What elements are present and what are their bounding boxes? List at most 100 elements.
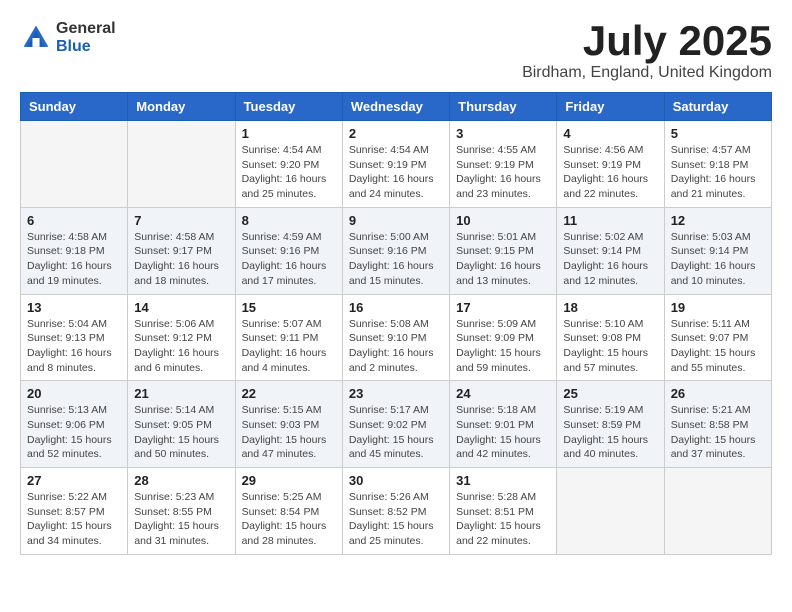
- calendar-cell: 27Sunrise: 5:22 AMSunset: 8:57 PMDayligh…: [21, 468, 128, 555]
- day-number: 5: [671, 126, 765, 141]
- day-info: Sunrise: 5:13 AMSunset: 9:06 PMDaylight:…: [27, 403, 121, 462]
- day-number: 11: [563, 213, 657, 228]
- day-info: Sunrise: 5:14 AMSunset: 9:05 PMDaylight:…: [134, 403, 228, 462]
- day-number: 9: [349, 213, 443, 228]
- day-number: 28: [134, 473, 228, 488]
- day-number: 20: [27, 386, 121, 401]
- day-number: 7: [134, 213, 228, 228]
- day-number: 31: [456, 473, 550, 488]
- calendar-cell: 23 Sunrise: 5:17 AMSunset: 9:02 PMDayligh…: [342, 381, 449, 468]
- day-info: Sunrise: 4:54 AMSunset: 9:19 PMDaylight:…: [349, 143, 443, 202]
- day-number: 13: [27, 300, 121, 315]
- calendar-cell: 4 Sunrise: 4:56 AMSunset: 9:19 PMDaylight…: [557, 121, 664, 208]
- day-number: 14: [134, 300, 228, 315]
- calendar-cell: 7 Sunrise: 4:58 AMSunset: 9:17 PMDaylight…: [128, 207, 235, 294]
- day-info: Sunrise: 5:23 AMSunset: 8:55 PMDaylight:…: [134, 490, 228, 549]
- calendar-cell: 26 Sunrise: 5:21 AMSunset: 8:58 PMDayligh…: [664, 381, 771, 468]
- column-header-tuesday: Tuesday: [235, 93, 342, 121]
- day-info: Sunrise: 4:58 AMSunset: 9:17 PMDaylight:…: [134, 230, 228, 289]
- day-info: Sunrise: 5:07 AMSunset: 9:11 PMDaylight:…: [242, 317, 336, 376]
- calendar-cell: 17Sunrise: 5:09 AMSunset: 9:09 PMDayligh…: [450, 294, 557, 381]
- calendar-week-row: 6Sunrise: 4:58 AMSunset: 9:18 PMDaylight…: [21, 207, 772, 294]
- day-info: Sunrise: 5:08 AMSunset: 9:10 PMDaylight:…: [349, 317, 443, 376]
- title-block: July 2025 Birdham, England, United Kingd…: [522, 20, 772, 82]
- day-number: 4: [563, 126, 657, 141]
- calendar-cell: 25Sunrise: 5:19 AMSunset: 8:59 PMDayligh…: [557, 381, 664, 468]
- calendar-week-row: 13Sunrise: 5:04 AMSunset: 9:13 PMDayligh…: [21, 294, 772, 381]
- calendar-cell: 19Sunrise: 5:11 AMSunset: 9:07 PMDayligh…: [664, 294, 771, 381]
- calendar-cell: 14 Sunrise: 5:06 AMSunset: 9:12 PMDayligh…: [128, 294, 235, 381]
- day-number: 27: [27, 473, 121, 488]
- day-info: Sunrise: 5:10 AMSunset: 9:08 PMDaylight:…: [563, 317, 657, 376]
- calendar-table: SundayMondayTuesdayWednesdayThursdayFrid…: [20, 92, 772, 555]
- calendar-cell: 5Sunrise: 4:57 AMSunset: 9:18 PMDaylight…: [664, 121, 771, 208]
- day-info: Sunrise: 5:28 AMSunset: 8:51 PMDaylight:…: [456, 490, 550, 549]
- column-header-sunday: Sunday: [21, 93, 128, 121]
- calendar-cell: 3 Sunrise: 4:55 AMSunset: 9:19 PMDaylight…: [450, 121, 557, 208]
- calendar-cell: 24Sunrise: 5:18 AMSunset: 9:01 PMDayligh…: [450, 381, 557, 468]
- day-number: 1: [242, 126, 336, 141]
- day-number: 29: [242, 473, 336, 488]
- day-info: Sunrise: 5:03 AMSunset: 9:14 PMDaylight:…: [671, 230, 765, 289]
- day-number: 30: [349, 473, 443, 488]
- day-info: Sunrise: 4:59 AMSunset: 9:16 PMDaylight:…: [242, 230, 336, 289]
- day-info: Sunrise: 4:55 AMSunset: 9:19 PMDaylight:…: [456, 143, 550, 202]
- day-info: Sunrise: 5:01 AMSunset: 9:15 PMDaylight:…: [456, 230, 550, 289]
- location: Birdham, England, United Kingdom: [522, 64, 772, 82]
- calendar-cell: 31 Sunrise: 5:28 AMSunset: 8:51 PMDayligh…: [450, 468, 557, 555]
- calendar-cell: 18 Sunrise: 5:10 AMSunset: 9:08 PMDayligh…: [557, 294, 664, 381]
- day-number: 6: [27, 213, 121, 228]
- day-number: 22: [242, 386, 336, 401]
- logo-text: General Blue: [56, 20, 116, 55]
- logo-icon: [20, 22, 52, 54]
- calendar-week-row: 20 Sunrise: 5:13 AMSunset: 9:06 PMDayligh…: [21, 381, 772, 468]
- calendar-cell: 22 Sunrise: 5:15 AMSunset: 9:03 PMDayligh…: [235, 381, 342, 468]
- day-number: 18: [563, 300, 657, 315]
- day-number: 3: [456, 126, 550, 141]
- calendar-cell: 21 Sunrise: 5:14 AMSunset: 9:05 PMDayligh…: [128, 381, 235, 468]
- day-info: Sunrise: 5:21 AMSunset: 8:58 PMDaylight:…: [671, 403, 765, 462]
- calendar-cell: 9Sunrise: 5:00 AMSunset: 9:16 PMDaylight…: [342, 207, 449, 294]
- day-number: 8: [242, 213, 336, 228]
- day-number: 23: [349, 386, 443, 401]
- day-number: 17: [456, 300, 550, 315]
- day-info: Sunrise: 4:54 AMSunset: 9:20 PMDaylight:…: [242, 143, 336, 202]
- day-number: 10: [456, 213, 550, 228]
- calendar-cell: 8 Sunrise: 4:59 AMSunset: 9:16 PMDaylight…: [235, 207, 342, 294]
- calendar-cell: [557, 468, 664, 555]
- calendar-cell: 30 Sunrise: 5:26 AMSunset: 8:52 PMDayligh…: [342, 468, 449, 555]
- calendar-cell: 16 Sunrise: 5:08 AMSunset: 9:10 PMDayligh…: [342, 294, 449, 381]
- day-number: 16: [349, 300, 443, 315]
- calendar-cell: [21, 121, 128, 208]
- day-info: Sunrise: 5:11 AMSunset: 9:07 PMDaylight:…: [671, 317, 765, 376]
- column-header-wednesday: Wednesday: [342, 93, 449, 121]
- day-info: Sunrise: 5:18 AMSunset: 9:01 PMDaylight:…: [456, 403, 550, 462]
- calendar-cell: [128, 121, 235, 208]
- column-header-monday: Monday: [128, 93, 235, 121]
- calendar-cell: 13Sunrise: 5:04 AMSunset: 9:13 PMDayligh…: [21, 294, 128, 381]
- day-info: Sunrise: 5:06 AMSunset: 9:12 PMDaylight:…: [134, 317, 228, 376]
- calendar-cell: 2 Sunrise: 4:54 AMSunset: 9:19 PMDaylight…: [342, 121, 449, 208]
- month-title: July 2025: [522, 20, 772, 62]
- day-info: Sunrise: 5:02 AMSunset: 9:14 PMDaylight:…: [563, 230, 657, 289]
- day-info: Sunrise: 4:56 AMSunset: 9:19 PMDaylight:…: [563, 143, 657, 202]
- calendar-cell: 10 Sunrise: 5:01 AMSunset: 9:15 PMDayligh…: [450, 207, 557, 294]
- day-number: 21: [134, 386, 228, 401]
- calendar-cell: 28 Sunrise: 5:23 AMSunset: 8:55 PMDayligh…: [128, 468, 235, 555]
- day-number: 25: [563, 386, 657, 401]
- day-info: Sunrise: 5:15 AMSunset: 9:03 PMDaylight:…: [242, 403, 336, 462]
- column-header-friday: Friday: [557, 93, 664, 121]
- calendar-cell: 6Sunrise: 4:58 AMSunset: 9:18 PMDaylight…: [21, 207, 128, 294]
- calendar-week-row: 27Sunrise: 5:22 AMSunset: 8:57 PMDayligh…: [21, 468, 772, 555]
- day-number: 2: [349, 126, 443, 141]
- calendar-cell: 29 Sunrise: 5:25 AMSunset: 8:54 PMDayligh…: [235, 468, 342, 555]
- calendar-cell: 15Sunrise: 5:07 AMSunset: 9:11 PMDayligh…: [235, 294, 342, 381]
- calendar-cell: 12Sunrise: 5:03 AMSunset: 9:14 PMDayligh…: [664, 207, 771, 294]
- day-info: Sunrise: 5:26 AMSunset: 8:52 PMDaylight:…: [349, 490, 443, 549]
- day-info: Sunrise: 5:17 AMSunset: 9:02 PMDaylight:…: [349, 403, 443, 462]
- day-info: Sunrise: 5:25 AMSunset: 8:54 PMDaylight:…: [242, 490, 336, 549]
- calendar-cell: 11 Sunrise: 5:02 AMSunset: 9:14 PMDayligh…: [557, 207, 664, 294]
- logo-general-text: General: [56, 20, 116, 38]
- page-container: General Blue July 2025 Birdham, England,…: [20, 20, 772, 555]
- day-number: 26: [671, 386, 765, 401]
